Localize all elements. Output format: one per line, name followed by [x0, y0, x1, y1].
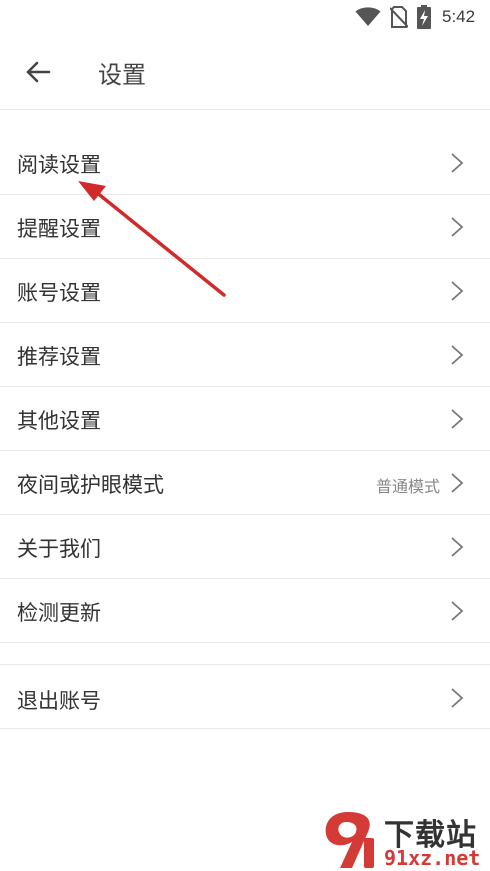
no-sim-icon	[390, 6, 408, 28]
chevron-right-icon	[451, 281, 464, 301]
chevron-right-icon	[451, 409, 464, 429]
status-time: 5:42	[442, 7, 476, 26]
chevron-right-icon	[451, 473, 464, 493]
logout-label: 退出账号	[17, 689, 101, 713]
watermark: 下载站 91xz.net	[318, 808, 490, 871]
watermark-url: 91xz.net	[384, 846, 481, 870]
logout-button[interactable]: 退出账号	[0, 664, 490, 729]
settings-list: 阅读设置 提醒设置 账号设置 推荐设置 其他设置 夜间或护眼模式 普通模式 关于…	[0, 131, 490, 729]
chevron-right-icon	[451, 537, 464, 557]
chevron-right-icon	[451, 601, 464, 621]
settings-item-other[interactable]: 其他设置	[0, 387, 490, 451]
arrow-left-icon[interactable]	[24, 58, 52, 86]
settings-item-label: 推荐设置	[17, 345, 101, 369]
settings-item-recommend[interactable]: 推荐设置	[0, 323, 490, 387]
app-header: 设置	[0, 34, 490, 110]
battery-charging-icon	[417, 5, 431, 29]
settings-item-reading[interactable]: 阅读设置	[0, 131, 490, 195]
settings-item-label: 夜间或护眼模式	[17, 473, 164, 497]
settings-item-about[interactable]: 关于我们	[0, 515, 490, 579]
chevron-right-icon	[451, 217, 464, 237]
settings-item-account[interactable]: 账号设置	[0, 259, 490, 323]
wifi-icon	[355, 7, 381, 26]
page-title: 设置	[98, 61, 146, 89]
settings-item-label: 关于我们	[17, 537, 101, 561]
settings-item-label: 其他设置	[17, 409, 101, 433]
settings-item-value: 普通模式	[375, 477, 440, 496]
watermark-logo-icon	[325, 812, 374, 868]
chevron-right-icon	[451, 345, 464, 365]
settings-item-reminder[interactable]: 提醒设置	[0, 195, 490, 259]
settings-item-label: 提醒设置	[17, 217, 101, 241]
chevron-right-icon	[451, 153, 464, 173]
chevron-right-icon	[451, 688, 464, 708]
settings-item-check-update[interactable]: 检测更新	[0, 579, 490, 643]
status-bar: 5:42	[0, 0, 490, 34]
settings-item-label: 阅读设置	[17, 153, 101, 177]
settings-item-label: 检测更新	[17, 601, 101, 625]
settings-item-night-mode[interactable]: 夜间或护眼模式 普通模式	[0, 451, 490, 515]
settings-item-label: 账号设置	[17, 281, 101, 305]
